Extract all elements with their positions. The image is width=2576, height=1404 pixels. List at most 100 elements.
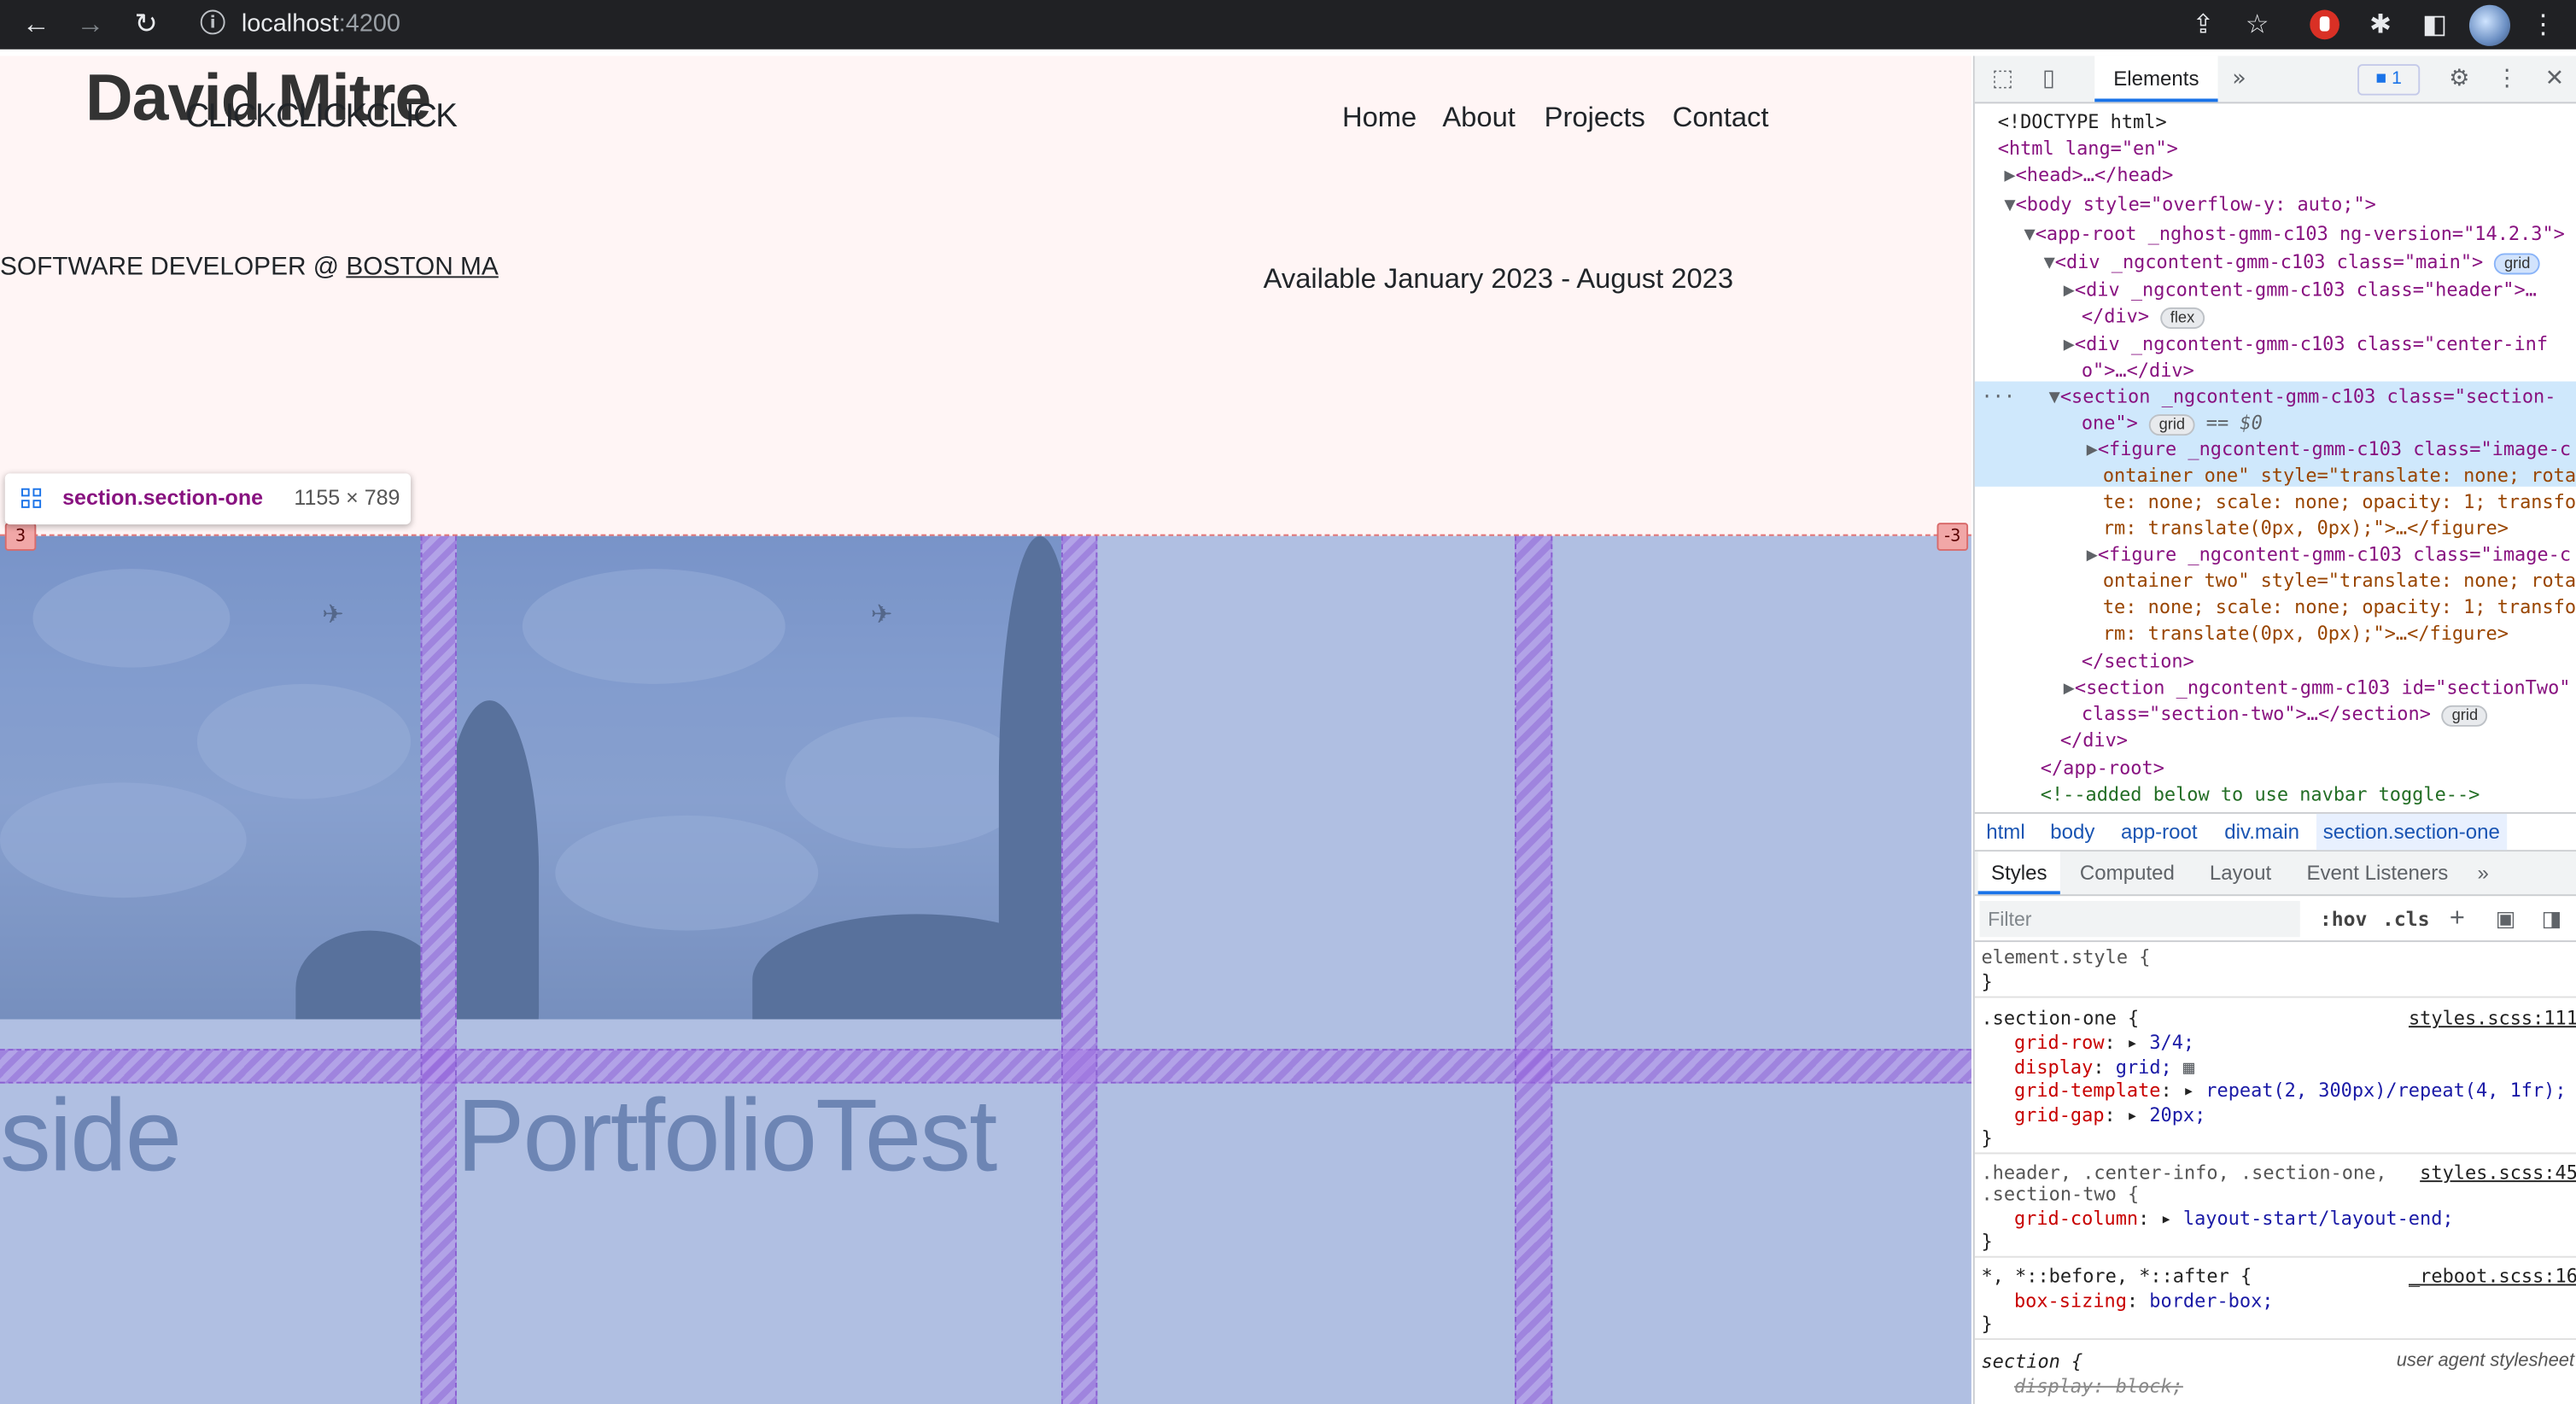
dom-node[interactable]: ▶<section _ngcontent-gmm-c103 id="sectio… (2064, 674, 2576, 700)
devtools-menu-icon[interactable]: ⋮ (2492, 64, 2522, 94)
grid-pill[interactable]: grid (2149, 414, 2195, 436)
more-options-icon[interactable]: ··· (1981, 384, 2015, 407)
expand-caret-icon[interactable]: ▶ (2004, 163, 2015, 186)
dom-node[interactable]: ▶<figure _ngcontent-gmm-c103 class="imag… (2087, 436, 2576, 462)
expand-caret-icon[interactable]: ▶ (2087, 437, 2098, 460)
rule-selector[interactable]: .header, .center-info, .section-one, (1981, 1161, 2386, 1185)
extension-red-icon[interactable] (2310, 9, 2339, 40)
nav-link-projects[interactable]: Projects (1545, 102, 1645, 135)
close-icon[interactable]: ✕ (2540, 64, 2570, 94)
grid-pill[interactable]: grid (2442, 705, 2488, 727)
share-icon[interactable]: ⇪ (2187, 9, 2219, 42)
breadcrumb-body[interactable]: body (2050, 814, 2094, 850)
collapse-caret-icon[interactable]: ▼ (2004, 192, 2015, 215)
dom-node[interactable]: ▶<head>…</head> (2004, 161, 2576, 188)
styles-filter-input[interactable]: Filter (1979, 900, 2300, 938)
css-declaration[interactable]: grid-row: ▸ 3/4; (2014, 1031, 2194, 1055)
dom-node[interactable]: <html lang="en"> (1998, 135, 2576, 161)
css-declaration[interactable]: box-sizing: border-box; (2014, 1289, 2273, 1313)
css-property: grid-row (2013, 1031, 2105, 1054)
rule-source-link[interactable]: _reboot.scss:16 (2409, 1264, 2576, 1288)
click-text[interactable]: CLICKCLICKCLICK (185, 99, 458, 137)
site-info-icon[interactable]: i (200, 9, 225, 35)
dom-node[interactable]: </div> (2060, 727, 2576, 753)
rule-selector[interactable]: section { (1981, 1349, 2082, 1373)
collapse-caret-icon[interactable]: ▼ (2049, 384, 2060, 407)
css-value: 20px; (2149, 1103, 2206, 1126)
forward-arrow-icon[interactable]: → (74, 9, 107, 42)
dom-node[interactable]: </app-root> (2041, 755, 2576, 781)
dom-node[interactable]: <!DOCTYPE html> (1998, 108, 2576, 135)
cls-toggle[interactable]: .cls (2382, 898, 2430, 940)
dom-node[interactable]: <!--added below to use navbar toggle--> (2041, 781, 2576, 807)
dom-node-selected[interactable]: ··· ▼<section _ngcontent-gmm-c103 class=… (1981, 383, 2576, 410)
expand-caret-icon[interactable]: ▶ (2087, 542, 2098, 565)
collapse-caret-icon[interactable]: ▼ (2024, 222, 2036, 245)
dom-node[interactable]: ▼<app-root _nghost-gmm-c103 ng-version="… (2024, 220, 2576, 247)
dom-node[interactable]: ▶<figure _ngcontent-gmm-c103 class="imag… (2087, 541, 2576, 567)
breadcrumb-html[interactable]: html (1986, 814, 2024, 850)
nav-link-home[interactable]: Home (1342, 102, 1417, 135)
css-declaration[interactable]: grid-column: ▸ layout-start/layout-end; (2014, 1207, 2454, 1231)
tab-styles[interactable]: Styles (1977, 851, 2060, 895)
dom-node[interactable]: ▼<div _ngcontent-gmm-c103 class="main"> … (2044, 249, 2576, 275)
rule-selector[interactable]: .section-one { (1981, 1006, 2139, 1030)
dom-text: <app-root _nghost-gmm-c103 ng-version="1… (2035, 221, 2565, 245)
flex-pill[interactable]: flex (2160, 307, 2205, 330)
dom-node[interactable]: ▶<div _ngcontent-gmm-c103 class="center-… (2064, 331, 2576, 357)
dom-text: te: none; scale: none; opacity: 1; trans… (2102, 594, 2576, 618)
element-style-rule[interactable]: element.style { (1981, 945, 2150, 969)
profile-avatar[interactable] (2468, 4, 2511, 46)
dom-node[interactable]: ▼<body style="overflow-y: auto;"> (2004, 190, 2576, 217)
bookmark-star-icon[interactable]: ☆ (2240, 9, 2273, 42)
expand-caret-icon[interactable]: ▶ (2064, 278, 2075, 301)
toggle-sidebar-icon[interactable]: ◨ (2542, 898, 2562, 940)
issues-badge[interactable]: ■ 1 (2357, 64, 2421, 96)
expand-caret-icon[interactable]: ▶ (2064, 332, 2075, 355)
breadcrumb-section-one[interactable]: section.section-one (2316, 813, 2507, 851)
more-tabs-icon[interactable]: » (2224, 64, 2254, 94)
grid-editor-icon[interactable]: ▦ (2183, 1056, 2194, 1079)
reload-icon[interactable]: ↻ (130, 9, 162, 42)
tab-elements[interactable]: Elements (2094, 56, 2218, 102)
inspect-element-icon[interactable]: ⬚ (1988, 64, 2018, 94)
css-declaration-overridden[interactable]: display: block; (2014, 1374, 2183, 1398)
hov-toggle[interactable]: :hov (2320, 898, 2368, 940)
nav-link-about[interactable]: About (1442, 102, 1516, 135)
dom-text: </div> (2081, 304, 2150, 328)
new-rule-icon[interactable]: + (2450, 898, 2465, 940)
address-bar[interactable]: localhost:4200 (242, 10, 400, 38)
breadcrumb-div-main[interactable]: div.main (2224, 814, 2299, 850)
css-declaration[interactable]: display: grid; ▦ (2014, 1056, 2194, 1079)
dom-text: <figure _ngcontent-gmm-c103 class="image… (2097, 542, 2572, 566)
more-tabs-icon[interactable]: » (2478, 851, 2489, 894)
css-declaration[interactable]: grid-gap: ▸ 20px; (2014, 1103, 2205, 1127)
paint-bucket-icon[interactable]: ▣ (2496, 898, 2516, 940)
expand-caret-icon[interactable]: ▶ (2064, 676, 2075, 699)
rule-source-link[interactable]: styles.scss:111 (2409, 1006, 2576, 1030)
rule-selector[interactable]: *, *::before, *::after { (1981, 1264, 2252, 1288)
rule-source-link[interactable]: styles.scss:45 (2420, 1161, 2576, 1185)
nav-link-contact[interactable]: Contact (1673, 102, 1769, 135)
back-arrow-icon[interactable]: ← (20, 9, 52, 42)
tab-computed[interactable]: Computed (2080, 851, 2175, 894)
browser-menu-icon[interactable]: ⋮ (2526, 9, 2559, 42)
dom-node[interactable]: ▶<div _ngcontent-gmm-c103 class="header"… (2064, 276, 2576, 302)
cloud (0, 782, 247, 898)
extensions-puzzle-icon[interactable]: ✱ (2364, 9, 2397, 42)
device-toolbar-icon[interactable]: ▯ (2034, 64, 2064, 94)
tab-layout[interactable]: Layout (2210, 851, 2271, 894)
rule-divider (1974, 996, 2576, 998)
browser-toolbar: ← → ↻ i localhost:4200 ⇪ ☆ ✱ ◧ ⋮ (0, 0, 2576, 50)
breadcrumb-app-root[interactable]: app-root (2121, 814, 2198, 850)
css-declaration[interactable]: grid-template: ▸ repeat(2, 300px)/repeat… (2014, 1079, 2567, 1103)
location-link[interactable]: BOSTON MA (346, 253, 498, 281)
settings-gear-icon[interactable]: ⚙ (2445, 64, 2474, 94)
collapse-caret-icon[interactable]: ▼ (2044, 250, 2055, 273)
grid-pill[interactable]: grid (2494, 253, 2541, 275)
side-panel-icon[interactable]: ◧ (2418, 9, 2450, 42)
dom-text: <!--added below to use navbar toggle--> (2040, 782, 2480, 806)
tab-event-listeners[interactable]: Event Listeners (2306, 851, 2448, 894)
styles-tab-bar: Styles Computed Layout Event Listeners » (1974, 851, 2576, 897)
dom-node[interactable]: </section> (2082, 647, 2576, 674)
